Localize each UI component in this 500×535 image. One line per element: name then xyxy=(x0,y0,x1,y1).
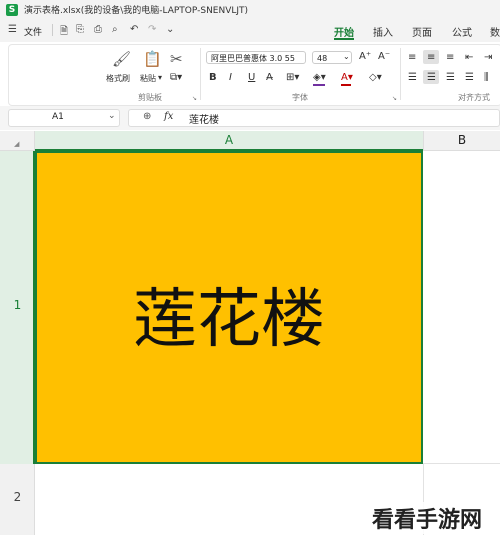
undo-icon[interactable]: ↶ xyxy=(130,24,138,35)
fill-color-icon[interactable]: ◈▾ xyxy=(313,72,326,83)
font-name-select[interactable]: 阿里巴巴普惠体 3.0 55 xyxy=(206,51,306,64)
clear-format-icon[interactable]: ◇▾ xyxy=(369,72,382,83)
row-number-2: 2 xyxy=(13,490,22,504)
font-group-label: 字体 xyxy=(292,93,308,102)
italic-button[interactable]: I xyxy=(229,72,232,83)
cell-a2[interactable] xyxy=(35,464,423,535)
border-icon[interactable]: ⊞▾ xyxy=(286,72,299,83)
alignment-group-label: 对齐方式 xyxy=(458,93,490,102)
save-icon[interactable]: 🗎 xyxy=(60,24,68,41)
copy-icon[interactable]: ⧉▾ xyxy=(170,72,182,83)
clipboard-expand-icon[interactable]: ↘ xyxy=(192,95,197,102)
formula-input[interactable] xyxy=(128,109,500,127)
app-icon: S xyxy=(6,4,18,16)
watermark-text: 看看手游网 xyxy=(372,502,483,534)
zoom-icon[interactable]: ⊕ xyxy=(143,111,151,122)
paste-button[interactable]: 粘贴 xyxy=(140,73,156,84)
format-painter-icon[interactable]: 🖌 xyxy=(112,50,131,68)
menu-divider xyxy=(52,24,53,36)
indent-right-icon[interactable]: ⇥ xyxy=(484,52,492,63)
font-expand-icon[interactable]: ↘ xyxy=(392,95,397,102)
row-number-1: 1 xyxy=(13,298,22,312)
cut-icon[interactable]: ✂ xyxy=(170,50,183,68)
print-preview-icon[interactable]: ⌕ xyxy=(112,24,118,35)
indent-left-icon[interactable]: ⇤ xyxy=(465,52,473,63)
font-color-swatch xyxy=(341,84,351,86)
tab-page[interactable]: 页面 xyxy=(412,24,432,39)
select-all-triangle-icon: ◢ xyxy=(14,140,20,148)
paste-dropdown-icon[interactable]: ▾ xyxy=(158,73,162,82)
chevron-down-icon[interactable]: ⌄ xyxy=(166,24,174,35)
redo-icon[interactable]: ↷ xyxy=(148,24,156,35)
format-painter-button[interactable]: 格式刷 xyxy=(106,73,130,84)
print-icon[interactable]: ⎙ xyxy=(94,24,102,35)
tab-start[interactable]: 开始 xyxy=(334,24,354,39)
font-color-icon[interactable]: A▾ xyxy=(341,72,353,83)
cell-b1[interactable] xyxy=(423,151,500,464)
align-left-icon[interactable]: ☰ xyxy=(408,72,417,83)
ribbon-divider xyxy=(200,48,201,100)
paste-icon[interactable]: 📋 xyxy=(143,50,162,68)
window-title: 演示表格.xlsx(我的设备\我的电脑-LAPTOP-SNENVLJT) xyxy=(24,6,249,16)
tab-formula[interactable]: 公式 xyxy=(452,24,472,39)
decrease-font-icon[interactable]: A⁻ xyxy=(378,51,390,62)
fill-color-swatch xyxy=(313,84,325,86)
justify-icon[interactable]: ☰ xyxy=(465,72,474,83)
clipboard-group-label: 剪贴板 xyxy=(138,93,162,102)
align-center-icon[interactable]: ☰ xyxy=(427,72,436,83)
align-right-icon[interactable]: ☰ xyxy=(446,72,455,83)
name-box[interactable] xyxy=(8,109,120,127)
active-tab-indicator xyxy=(334,38,354,40)
strikethrough-icon[interactable]: A̶ xyxy=(266,72,273,83)
function-icon[interactable]: fx xyxy=(164,111,173,122)
tab-data[interactable]: 数 xyxy=(490,24,500,39)
align-top-icon[interactable]: ≡ xyxy=(408,52,416,63)
ribbon-divider xyxy=(400,48,401,100)
name-box-chevron-icon[interactable]: ⌄ xyxy=(108,111,116,121)
underline-button[interactable]: U xyxy=(248,72,255,83)
cell-a1-text: 莲花楼 xyxy=(133,283,325,357)
export-icon[interactable]: ⎘ xyxy=(76,24,84,35)
column-header-a[interactable]: A xyxy=(35,131,423,151)
cell-reference: A1 xyxy=(52,112,64,122)
bold-button[interactable]: B xyxy=(209,72,217,83)
column-header-b[interactable]: B xyxy=(423,131,500,151)
distribute-icon[interactable]: ⫼ xyxy=(484,72,489,83)
file-menu[interactable]: 文件 xyxy=(24,25,42,38)
font-size-chevron-icon[interactable]: ⌄ xyxy=(343,52,350,61)
hamburger-icon[interactable]: ☰ xyxy=(8,24,17,35)
align-middle-icon[interactable]: ≡ xyxy=(427,52,435,63)
increase-font-icon[interactable]: A⁺ xyxy=(359,51,371,62)
align-bottom-icon[interactable]: ≡ xyxy=(446,52,454,63)
tab-insert[interactable]: 插入 xyxy=(373,24,393,39)
formula-value[interactable]: 莲花楼 xyxy=(189,111,219,126)
